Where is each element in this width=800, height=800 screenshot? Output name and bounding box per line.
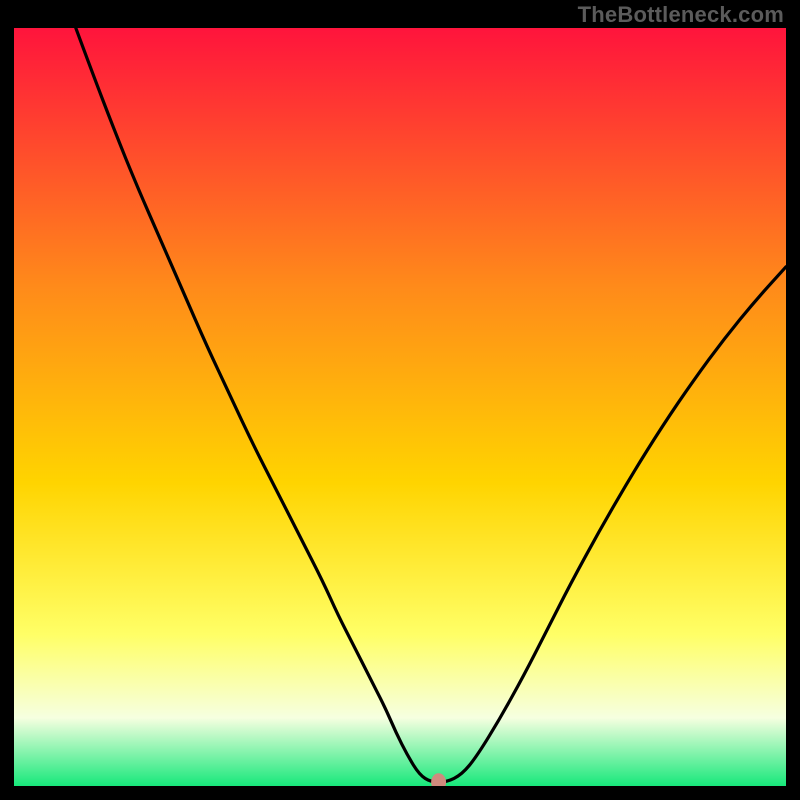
bottleneck-chart	[14, 28, 786, 786]
chart-frame: TheBottleneck.com	[0, 0, 800, 800]
plot-background	[14, 28, 786, 786]
watermark-text: TheBottleneck.com	[578, 2, 784, 28]
